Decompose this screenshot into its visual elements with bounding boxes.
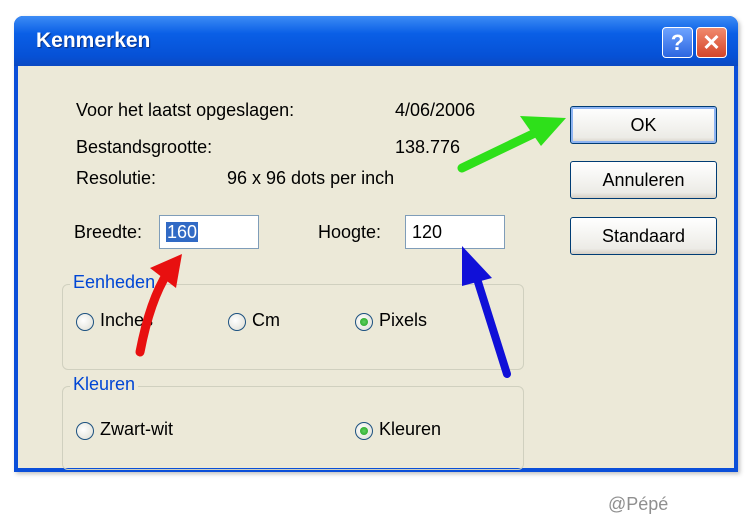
watermark: @Pépé	[608, 494, 669, 514]
resolution-label: Resolutie:	[76, 168, 157, 188]
radio-selected-dot	[360, 318, 368, 326]
dialog-body: Voor het laatst opgeslagen: 4/06/2006 Be…	[18, 66, 734, 514]
default-button[interactable]: Standaard	[570, 217, 717, 255]
units-legend: Eenheden	[70, 272, 159, 293]
radio-cm[interactable]	[228, 313, 246, 331]
width-input[interactable]: 160	[159, 215, 259, 249]
width-label: Breedte:	[74, 222, 143, 242]
help-icon[interactable]: ?	[662, 27, 693, 58]
screenshot-frame: Kenmerken ? ✕ Voor het laatst opgeslagen…	[0, 0, 753, 514]
height-value: 120	[412, 222, 443, 242]
file-size-value: 138.776	[395, 137, 461, 157]
resolution-value: 96 x 96 dots per inch	[227, 168, 395, 188]
radio-cm-label[interactable]: Cm	[252, 310, 280, 331]
window-title: Kenmerken	[36, 29, 151, 52]
radio-colors[interactable]	[355, 422, 373, 440]
height-input[interactable]: 120	[405, 215, 505, 249]
close-icon[interactable]: ✕	[696, 27, 727, 58]
last-saved-label: Voor het laatst opgeslagen:	[76, 100, 295, 120]
height-label: Hoogte:	[318, 222, 382, 242]
properties-dialog: Kenmerken ? ✕ Voor het laatst opgeslagen…	[14, 16, 738, 514]
radio-selected-dot	[360, 427, 368, 435]
radio-colors-label[interactable]: Kleuren	[379, 419, 441, 440]
colors-legend: Kleuren	[70, 374, 139, 395]
radio-inches-label[interactable]: Inches	[100, 310, 153, 331]
radio-pixels-label[interactable]: Pixels	[379, 310, 427, 331]
title-bar[interactable]: Kenmerken ? ✕	[14, 16, 738, 66]
radio-inches[interactable]	[76, 313, 94, 331]
last-saved-value: 4/06/2006	[395, 100, 476, 120]
width-value: 160	[166, 222, 199, 242]
radio-pixels[interactable]	[355, 313, 373, 331]
cancel-button[interactable]: Annuleren	[570, 161, 717, 199]
radio-black-white-label[interactable]: Zwart-wit	[100, 419, 173, 440]
ok-button[interactable]: OK	[570, 106, 717, 144]
file-size-label: Bestandsgrootte:	[76, 137, 213, 157]
radio-black-white[interactable]	[76, 422, 94, 440]
